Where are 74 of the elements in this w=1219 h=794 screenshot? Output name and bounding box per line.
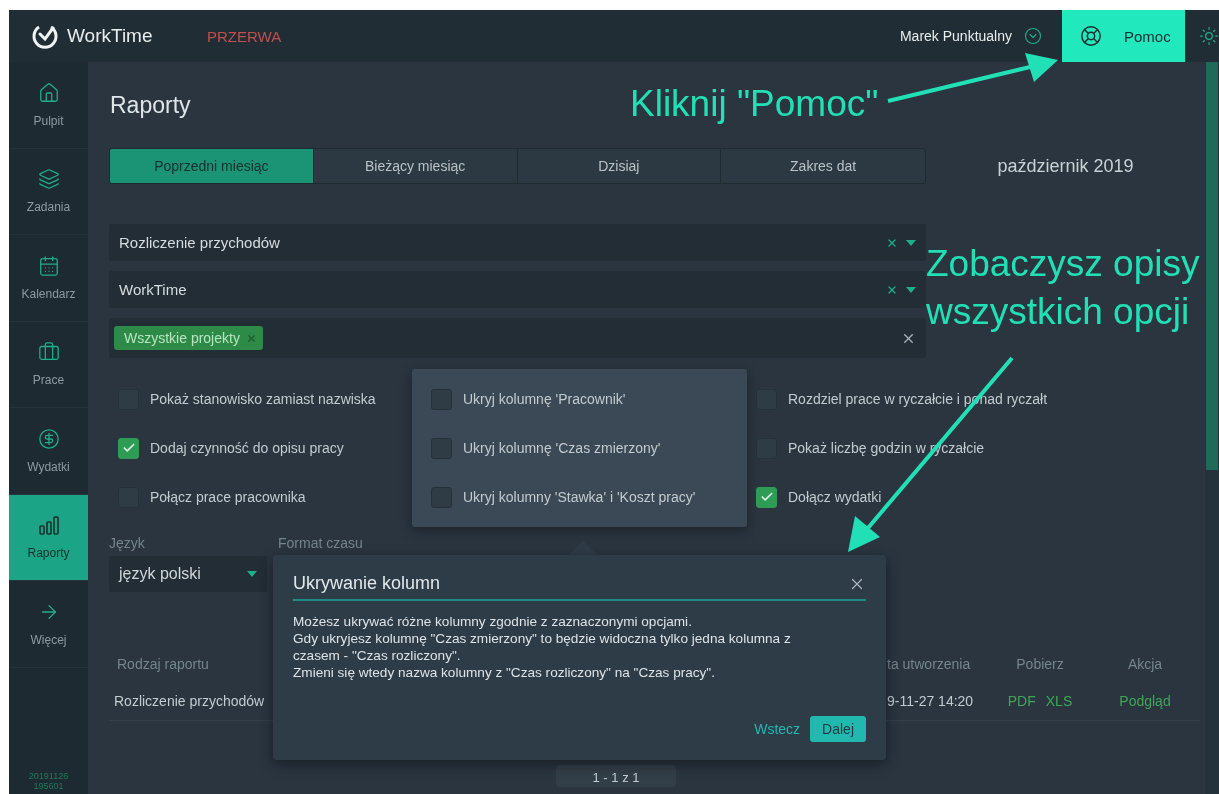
pagination: 1 - 1 z 1 — [556, 765, 676, 787]
version-text: 20191126 — [28, 771, 69, 781]
column-header: Rodzaj raportu — [116, 656, 210, 672]
dollar-icon — [37, 427, 60, 450]
layers-icon — [37, 168, 60, 191]
download-link[interactable]: PDF — [1007, 692, 1036, 709]
checkbox[interactable] — [431, 437, 452, 459]
sidebar-label: Więcej — [30, 632, 67, 647]
checkbox[interactable] — [431, 388, 452, 410]
scrollbar-thumb[interactable] — [1206, 62, 1218, 470]
dialog-title: Ukrywanie kolumn — [293, 573, 441, 594]
sun-icon[interactable] — [1199, 26, 1219, 46]
sidebar-item[interactable]: Pulpit — [9, 62, 88, 149]
caret-icon[interactable] — [906, 286, 916, 293]
option-label: Ukryj kolumnę 'Pracownik' — [463, 391, 626, 407]
option-label: Połącz prace pracownika — [150, 489, 306, 505]
sidebar-item[interactable]: Więcej — [9, 581, 88, 668]
option-label: Dodaj czynność do opisu pracy — [150, 440, 344, 456]
back-button[interactable]: Wstecz — [754, 721, 801, 737]
option-label: Pokaż stanowisko zamiast nazwiska — [150, 391, 376, 407]
status-label: PRZERWA — [207, 27, 282, 45]
bar-chart-icon — [37, 514, 60, 537]
dialog-text: Zmieni się wtedy nazwa kolumny z "Czas rozliczony" na "Czas pracy". — [293, 664, 716, 681]
column-header: ta utworzenia — [887, 656, 972, 672]
preview-link[interactable]: Podgląd — [1119, 692, 1171, 709]
download-link[interactable]: XLS — [1045, 692, 1073, 709]
period-tab[interactable]: Poprzedni miesiąc — [110, 149, 314, 183]
check-icon — [759, 490, 774, 504]
option-label: Ukryj kolumny 'Stawka' i 'Koszt pracy' — [463, 489, 696, 505]
sidebar-item[interactable]: Prace — [9, 321, 88, 408]
next-button[interactable]: Dalej — [810, 716, 866, 742]
dialog-text: Możesz ukrywać różne kolumny zgodnie z zaznaczonymi opcjami. — [293, 613, 693, 630]
sidebar-item[interactable]: Wydatki — [9, 408, 88, 495]
select-field[interactable]: WorkTime — [109, 271, 926, 308]
table-cell-text: Rozliczenie przychodów — [113, 692, 266, 709]
tags-field[interactable]: Wszystkie projekty — [109, 318, 926, 358]
sidebar-item[interactable]: Zadania — [9, 148, 88, 235]
lifebuoy-icon — [1080, 25, 1102, 47]
checkbox[interactable] — [431, 486, 452, 508]
field-label: Język — [109, 535, 146, 551]
table-cell-text: 9-11-27 14:20 — [887, 692, 975, 709]
sidebar-label: Wydatki — [27, 459, 70, 474]
sidebar-label: Prace — [32, 373, 65, 388]
annotation-text: Zobaczysz opisy wszystkich opcji — [926, 242, 1201, 334]
column-header: Akcja — [1126, 656, 1164, 672]
language-select[interactable]: język polski — [109, 556, 267, 592]
field-label: Format czasu — [278, 535, 364, 551]
sidebar-label: Zadania — [26, 200, 71, 215]
column-header: Pobierz — [1015, 656, 1065, 672]
sidebar-item[interactable]: Raporty — [9, 494, 88, 581]
help-button[interactable]: Pomoc — [1062, 10, 1185, 62]
dialog-text: Gdy ukryjesz kolumnę "Czas zmierzony" to będzie widoczna tylko jedna kolumna z czasem - "Czas rozliczony". — [293, 630, 792, 664]
option-label: Dołącz wydatki — [788, 489, 882, 505]
sidebar-label: Kalendarz — [21, 286, 76, 301]
user-name: Marek Punktualny — [899, 28, 1012, 44]
chevron-down-icon[interactable] — [1024, 27, 1042, 45]
check-icon — [121, 441, 136, 455]
version-text: 195601 — [33, 781, 64, 791]
annotation-text: Kliknij "Pomoc" — [630, 82, 880, 126]
app-logo-text: WorkTime — [67, 25, 153, 47]
project-tag[interactable]: Wszystkie projekty — [114, 326, 263, 350]
home-icon — [37, 81, 60, 104]
caret-icon — [247, 571, 257, 577]
select-field[interactable]: Rozliczenie przychodów — [109, 224, 926, 261]
period-label: październik 2019 — [996, 155, 1135, 177]
page-title: Raporty — [110, 92, 191, 120]
checkbox[interactable] — [756, 486, 777, 508]
sidebar-item[interactable]: Kalendarz — [9, 235, 88, 322]
calendar-icon — [37, 254, 60, 277]
caret-icon[interactable] — [906, 239, 916, 246]
sidebar-label: Raporty — [27, 546, 70, 561]
option-label: Ukryj kolumnę 'Czas zmierzony' — [463, 440, 661, 456]
checkbox[interactable] — [118, 437, 139, 459]
sidebar-label: Pulpit — [33, 113, 64, 128]
